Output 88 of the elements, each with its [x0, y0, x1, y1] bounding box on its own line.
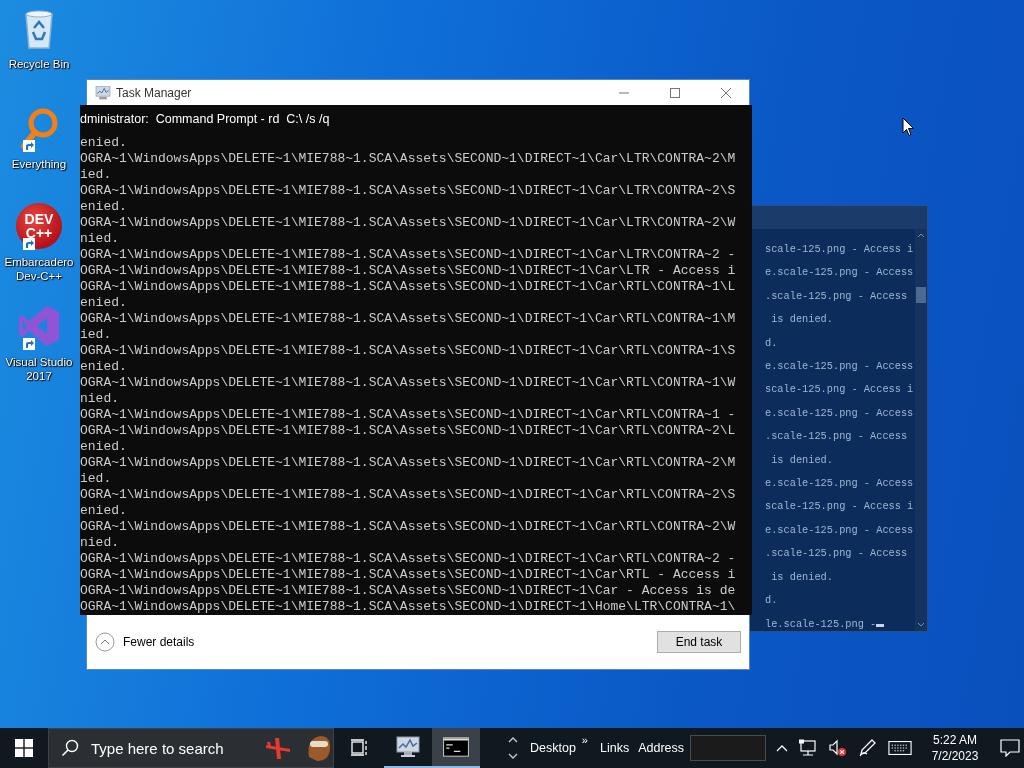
- console-line: OGRA~1\WindowsApps\DELETE~1\MIE788~1.SCA\Assets\SECOND~1\DIRECT~1\Car\RTL - Access i: [80, 567, 737, 583]
- clock[interactable]: 5:22 AM 7/2/2023: [926, 732, 985, 764]
- console-line: le.scale-125.png -: [765, 617, 915, 631]
- window-title: Task Manager: [116, 86, 193, 100]
- keyboard-icon[interactable]: [888, 739, 913, 757]
- console-line: enied.: [80, 503, 128, 519]
- console-line: scale-125.png - Access i: [765, 500, 915, 514]
- chevron-up-circle-icon: [95, 631, 115, 652]
- task-view-icon: [351, 739, 369, 757]
- scroll-down-icon[interactable]: [508, 753, 518, 760]
- toolbar-label[interactable]: Desktop: [530, 741, 576, 755]
- shortcut-arrow-icon: [23, 338, 35, 350]
- search-bar[interactable]: Type here to search: [48, 728, 334, 768]
- console-line: OGRA~1\WindowsApps\DELETE~1\MIE788~1.SCA\Assets\SECOND~1\DIRECT~1\Car\RTL\CONTRA~2 -: [80, 551, 737, 567]
- console-line: e.scale-125.png - Access: [765, 477, 915, 491]
- console-line: OGRA~1\WindowsApps\DELETE~1\MIE788~1.SCA\Assets\SECOND~1\DIRECT~1\Home\LTR\CONTRA~1\: [80, 599, 737, 615]
- taskbar-app-button[interactable]: [432, 728, 480, 768]
- windows-logo-icon: [15, 739, 33, 757]
- window-title: dministrator: Command Prompt - rd C:\ /s /q: [80, 112, 330, 126]
- console-line: OGRA~1\WindowsApps\DELETE~1\MIE788~1.SCA\Assets\SECOND~1\DIRECT~1\Car\RTL\CONTRA~1\S: [80, 343, 737, 359]
- chevron-button[interactable]: »: [581, 734, 588, 746]
- console-line: OGRA~1\WindowsApps\DELETE~1\MIE788~1.SCA\Assets\SECOND~1\DIRECT~1\Car\LTR - Access i: [80, 263, 737, 279]
- console-line: OGRA~1\WindowsApps\DELETE~1\MIE788~1.SCA\Assets\SECOND~1\DIRECT~1\Car\RTL\CONTRA~1\W: [80, 375, 737, 391]
- console-line: enied.: [80, 199, 128, 215]
- console-line: enied.: [80, 439, 128, 455]
- fewer-details-toggle[interactable]: Fewer details: [95, 631, 195, 652]
- console-line: OGRA~1\WindowsApps\DELETE~1\MIE788~1.SCA\Assets\SECOND~1\DIRECT~1\Car\RTL\CONTRA~2\L: [80, 423, 737, 439]
- console-line: .scale-125.png - Access: [765, 547, 909, 561]
- console-line: e.scale-125.png - Access: [765, 523, 915, 538]
- console-line: ied.: [80, 471, 113, 487]
- console-line: OGRA~1\WindowsApps\DELETE~1\MIE788~1.SCA\Assets\SECOND~1\DIRECT~1\Car\RTL\CONTRA~1 -: [80, 407, 737, 423]
- address-field[interactable]: [690, 735, 767, 761]
- console-line: e.scale-125.png - Access: [765, 406, 915, 421]
- console-line: enied.: [80, 295, 128, 311]
- console-line: scale-125.png - Access i: [765, 383, 915, 397]
- console-line: OGRA~1\WindowsApps\DELETE~1\MIE788~1.SCA\Assets\SECOND~1\DIRECT~1\Car\LTR\CONTRA~2\M: [80, 151, 737, 167]
- muted-speaker-icon[interactable]: [828, 739, 849, 757]
- console-line: nied.: [80, 535, 120, 551]
- logo-text: C++: [25, 226, 53, 240]
- console-line: is denied.: [770, 570, 834, 585]
- scrollbar[interactable]: [915, 229, 927, 631]
- console-line: OGRA~1\WindowsApps\DELETE~1\MIE788~1.SCA\Assets\SECOND~1\DIRECT~1\Car\LTR\CONTRA~2 -: [80, 247, 737, 263]
- monitor-chart-icon: [95, 86, 111, 100]
- console-line: e.scale-125.png - Access: [765, 266, 915, 280]
- notification-icon[interactable]: [1000, 739, 1021, 757]
- console-line: .scale-125.png - Access: [765, 289, 909, 304]
- console-line: OGRA~1\WindowsApps\DELETE~1\MIE788~1.SCA\Assets\SECOND~1\DIRECT~1\Car\LTR\CONTRA~2\W: [80, 215, 737, 231]
- console-line: e.scale-125.png - Access: [765, 360, 915, 374]
- console-line: scale-125.png - Access i: [765, 243, 915, 257]
- console-line: nied.: [80, 231, 120, 247]
- toolbar-label[interactable]: Links: [600, 741, 630, 755]
- console-line: is denied.: [770, 313, 834, 327]
- console-line: .scale-125.png - Access: [765, 430, 909, 444]
- scroll-up-icon[interactable]: [508, 736, 518, 743]
- console-line: enied.: [80, 135, 128, 151]
- logo-text: DEV: [24, 212, 54, 226]
- search-icon: [61, 739, 79, 757]
- console-line: ied.: [80, 327, 113, 343]
- console-line: d.: [765, 336, 779, 351]
- console-line: ied.: [80, 167, 113, 183]
- console-line: OGRA~1\WindowsApps\DELETE~1\MIE788~1.SCA\Assets\SECOND~1\DIRECT~1\Car - Access is de: [80, 583, 737, 599]
- ribbon-logo-icon: [17, 304, 61, 348]
- caret-icon[interactable]: [776, 744, 789, 752]
- network-icon[interactable]: [798, 739, 819, 757]
- monitor-chart-icon: [395, 736, 421, 758]
- console-line: nied.: [80, 391, 120, 407]
- console-line: enied.: [80, 359, 128, 375]
- console-line: OGRA~1\WindowsApps\DELETE~1\MIE788~1.SCA\Assets\SECOND~1\DIRECT~1\Car\RTL\CONTRA~2\W: [80, 519, 737, 535]
- desktop-icon-label[interactable]: Recycle Bin: [8, 57, 70, 71]
- maximize-icon: [669, 87, 681, 99]
- console-line: OGRA~1\WindowsApps\DELETE~1\MIE788~1.SCA\Assets\SECOND~1\DIRECT~1\Car\RTL\CONTRA~2\M: [80, 455, 737, 471]
- console-line: OGRA~1\WindowsApps\DELETE~1\MIE788~1.SCA\Assets\SECOND~1\DIRECT~1\Car\LTR\CONTRA~2\S: [80, 183, 737, 199]
- desktop-icon-label[interactable]: Visual Studio 2017: [0, 355, 78, 383]
- console-icon: [443, 736, 469, 758]
- desktop-icon-label[interactable]: Everything: [11, 157, 67, 171]
- mouse-cursor-icon: [902, 117, 915, 137]
- shortcut-arrow-icon: [23, 140, 35, 152]
- console-line: OGRA~1\WindowsApps\DELETE~1\MIE788~1.SCA\Assets\SECOND~1\DIRECT~1\Car\RTL\CONTRA~1\M: [80, 311, 737, 327]
- console-line: is denied.: [770, 453, 834, 468]
- search-field[interactable]: Type here to search: [89, 738, 253, 758]
- console-line: d.: [765, 594, 779, 608]
- end-task-button[interactable]: End task: [657, 630, 741, 653]
- toolbar-label[interactable]: Address: [638, 741, 685, 755]
- desktop-icon-label[interactable]: Embarcadero Dev-C++: [0, 255, 78, 283]
- close-icon: [720, 87, 732, 99]
- shortcut-arrow-icon: [23, 238, 35, 250]
- console-line: OGRA~1\WindowsApps\DELETE~1\MIE788~1.SCA\Assets\SECOND~1\DIRECT~1\Car\RTL\CONTRA~1\L: [80, 279, 737, 295]
- console-line: OGRA~1\WindowsApps\DELETE~1\MIE788~1.SCA\Assets\SECOND~1\DIRECT~1\Car\RTL\CONTRA~2\S: [80, 487, 737, 503]
